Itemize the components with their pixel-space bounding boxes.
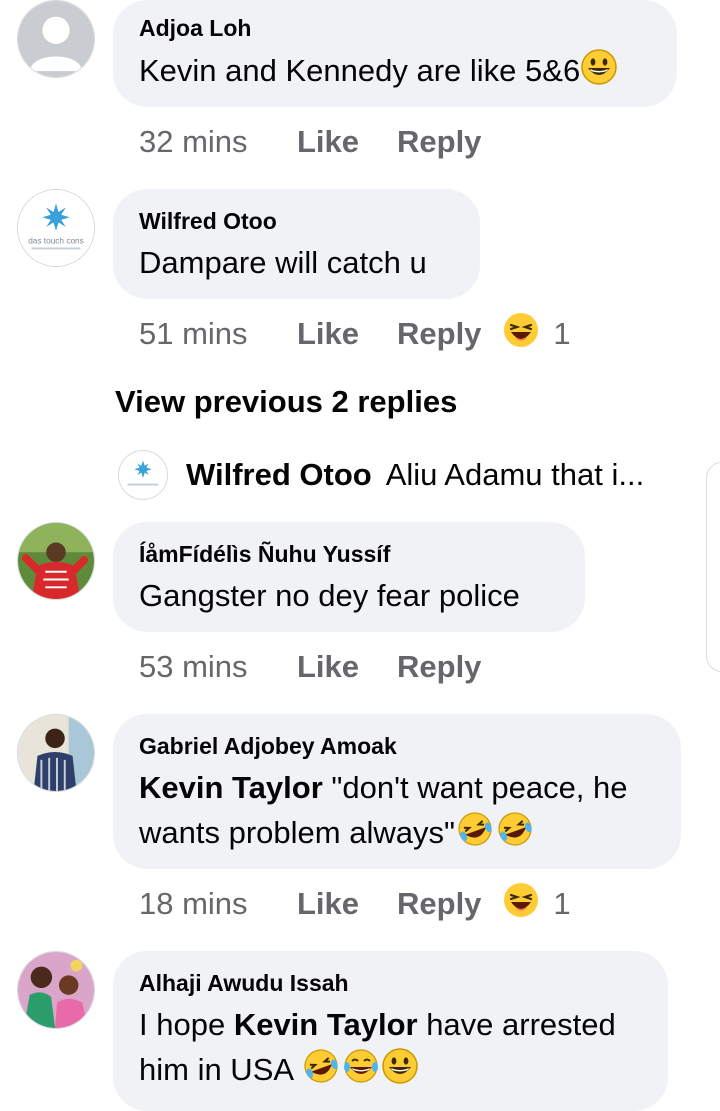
- commenter-name[interactable]: ÍåmFídélìs Ñuhu Yussíf: [139, 540, 559, 568]
- commenter-name[interactable]: Gabriel Adjobey Amoak: [139, 732, 655, 760]
- avatar-logo-text: das touch cons: [28, 237, 84, 246]
- comment-time: 18 mins: [139, 886, 248, 921]
- comment-time: 53 mins: [139, 649, 248, 684]
- comment-bubble: Adjoa Loh Kevin and Kennedy are like 5&6: [113, 0, 677, 107]
- like-button[interactable]: Like: [297, 886, 397, 922]
- comment-bubble: Wilfred Otoo Dampare will catch u: [113, 189, 480, 299]
- grinning-face-emoji-icon: [381, 1047, 419, 1097]
- reply-button[interactable]: Reply: [397, 316, 481, 352]
- comment-bubble: ÍåmFídélìs Ñuhu Yussíf Gangster no dey f…: [113, 522, 585, 632]
- comment-body-line2: wants problem always": [139, 815, 455, 851]
- comment-text: I hope Kevin Taylor have arrested him in…: [139, 1003, 642, 1097]
- comment-actions: 53 mins Like Reply: [139, 647, 503, 687]
- comment-actions: 51 mins Like Reply 1: [139, 312, 571, 356]
- comment-time: 51 mins: [139, 316, 248, 351]
- default-profile-icon: [18, 1, 94, 77]
- reaction-count: 1: [553, 886, 571, 921]
- reply-preview[interactable]: Wilfred Otoo Aliu Adamu that i...: [118, 450, 645, 500]
- reply-preview-text: Aliu Adamu that i...: [385, 457, 645, 492]
- reaction-summary[interactable]: 1: [503, 312, 571, 356]
- mentioned-user[interactable]: Kevin Taylor: [234, 1007, 418, 1042]
- avatar-alhaji-awudu[interactable]: [17, 951, 95, 1029]
- das-touch-logo-icon: [119, 451, 167, 499]
- comment-actions: 32 mins Like Reply: [139, 122, 503, 162]
- tears-of-joy-emoji-icon: [341, 1047, 381, 1097]
- rolling-laughing-emoji-icon: [455, 810, 495, 860]
- comment-body-pre: I hope: [139, 1007, 234, 1042]
- avatar-wilfred-otoo[interactable]: das touch cons: [17, 189, 95, 267]
- comment-body-line1: "don't want peace, he: [322, 770, 628, 805]
- reaction-count: 1: [553, 316, 571, 351]
- haha-reaction-icon: [503, 312, 539, 356]
- avatar-adjoa-loh[interactable]: [17, 0, 95, 78]
- reply-author-name[interactable]: Wilfred Otoo: [186, 457, 372, 493]
- rolling-laughing-emoji-icon: [301, 1047, 341, 1097]
- comment-actions: 18 mins Like Reply 1: [139, 882, 571, 926]
- comment-bubble: Gabriel Adjobey Amoak Kevin Taylor "don'…: [113, 714, 681, 869]
- comment-text: Kevin and Kennedy are like 5&6: [139, 48, 651, 98]
- commenter-name[interactable]: Alhaji Awudu Issah: [139, 969, 642, 997]
- haha-reaction-icon: [503, 882, 539, 926]
- mentioned-user[interactable]: Kevin Taylor: [139, 770, 323, 805]
- comment-body-line2: him in USA: [139, 1052, 293, 1088]
- comment-body: Kevin and Kennedy are like 5&6: [139, 53, 581, 89]
- side-panel-edge: [706, 462, 720, 672]
- like-button[interactable]: Like: [297, 649, 397, 685]
- das-touch-logo-icon: das touch cons: [18, 190, 94, 266]
- reply-button[interactable]: Reply: [397, 649, 481, 685]
- view-previous-replies-link[interactable]: View previous 2 replies: [115, 384, 457, 420]
- rolling-laughing-emoji-icon: [495, 810, 535, 860]
- comment-body-post: have arrested: [417, 1007, 616, 1042]
- reaction-summary[interactable]: 1: [503, 882, 571, 926]
- profile-photo-icon: [18, 523, 94, 599]
- comment-time: 32 mins: [139, 124, 248, 159]
- comment-body: Gangster no dey fear police: [139, 578, 520, 613]
- profile-photo-icon: [18, 715, 94, 791]
- commenter-name[interactable]: Adjoa Loh: [139, 14, 651, 42]
- avatar-iamfidelis[interactable]: [17, 522, 95, 600]
- comment-bubble: Alhaji Awudu Issah I hope Kevin Taylor h…: [113, 951, 668, 1111]
- like-button[interactable]: Like: [297, 124, 397, 160]
- comment-body: Dampare will catch u: [139, 245, 427, 280]
- profile-photo-icon: [18, 952, 94, 1028]
- avatar-gabriel-adjobey[interactable]: [17, 714, 95, 792]
- like-button[interactable]: Like: [297, 316, 397, 352]
- reply-button[interactable]: Reply: [397, 124, 481, 160]
- grinning-face-emoji-icon: [580, 48, 618, 98]
- avatar-wilfred-otoo-small: [118, 450, 168, 500]
- commenter-name[interactable]: Wilfred Otoo: [139, 207, 454, 235]
- comment-text: Kevin Taylor "don't want peace, he wants…: [139, 766, 655, 860]
- reply-button[interactable]: Reply: [397, 886, 481, 922]
